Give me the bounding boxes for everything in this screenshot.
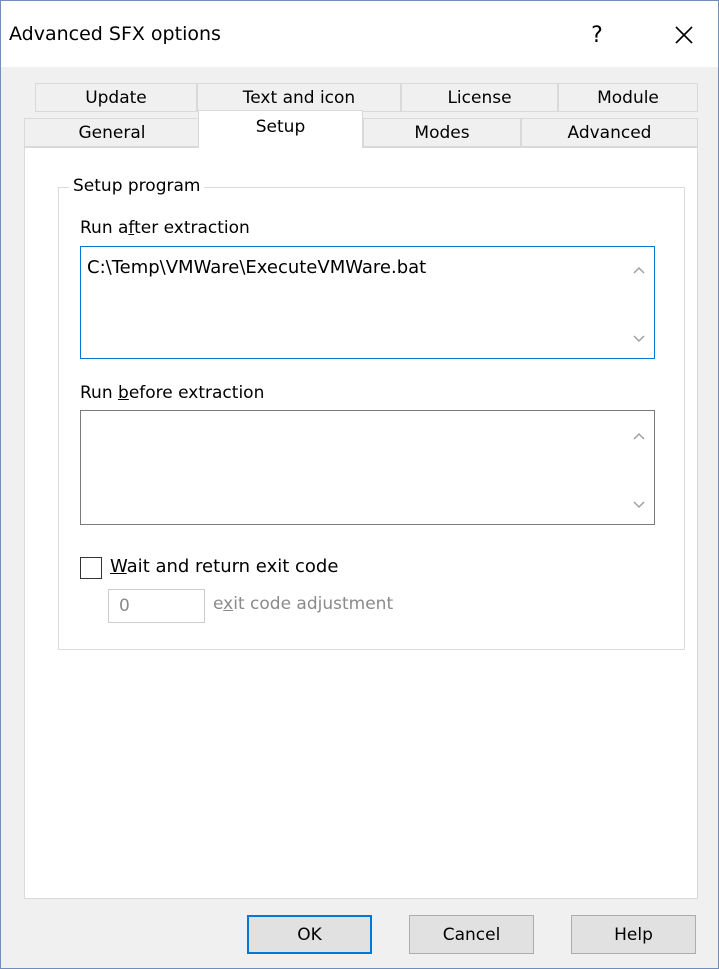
exit-code-adjustment-label: exit code adjustment	[213, 594, 394, 614]
exit-code-value: 0	[119, 596, 130, 616]
run-after-textarea[interactable]: C:\Temp\VMWare\ExecuteVMWare.bat	[80, 246, 655, 359]
exit-code-adjustment-input[interactable]: 0	[108, 589, 205, 623]
tab-general[interactable]: General	[24, 118, 200, 147]
run-before-textarea[interactable]	[80, 410, 655, 525]
close-button[interactable]	[661, 13, 707, 57]
tab-update[interactable]: Update	[35, 83, 197, 112]
tab-modes[interactable]: Modes	[363, 118, 521, 147]
title-bar: Advanced SFX options ?	[1, 1, 718, 67]
help-button[interactable]: Help	[571, 915, 696, 954]
scroll-up-icon[interactable]	[630, 427, 648, 445]
close-icon	[675, 26, 693, 44]
help-title-button[interactable]: ?	[574, 13, 620, 57]
cancel-button[interactable]: Cancel	[409, 915, 534, 954]
tab-license[interactable]: License	[401, 83, 558, 112]
window-title: Advanced SFX options	[9, 23, 221, 45]
scroll-up-icon[interactable]	[630, 261, 648, 279]
wait-exit-code-label[interactable]: Wait and return exit code	[110, 556, 338, 577]
tab-setup[interactable]: Setup	[198, 110, 363, 148]
run-after-label: Run after extraction	[80, 218, 250, 238]
run-after-value: C:\Temp\VMWare\ExecuteVMWare.bat	[87, 257, 427, 278]
tab-module[interactable]: Module	[558, 83, 698, 112]
tab-text-and-icon[interactable]: Text and icon	[197, 83, 401, 112]
scroll-down-icon[interactable]	[630, 496, 648, 514]
scroll-down-icon[interactable]	[630, 330, 648, 348]
question-mark-icon: ?	[591, 22, 603, 48]
ok-button[interactable]: OK	[247, 915, 372, 954]
dialog-window: Advanced SFX options ? Update Text and i…	[0, 0, 719, 969]
tab-advanced[interactable]: Advanced	[521, 118, 698, 147]
setup-program-group-title: Setup program	[69, 176, 205, 196]
wait-exit-code-checkbox[interactable]	[80, 557, 102, 579]
run-before-label: Run before extraction	[80, 383, 265, 403]
